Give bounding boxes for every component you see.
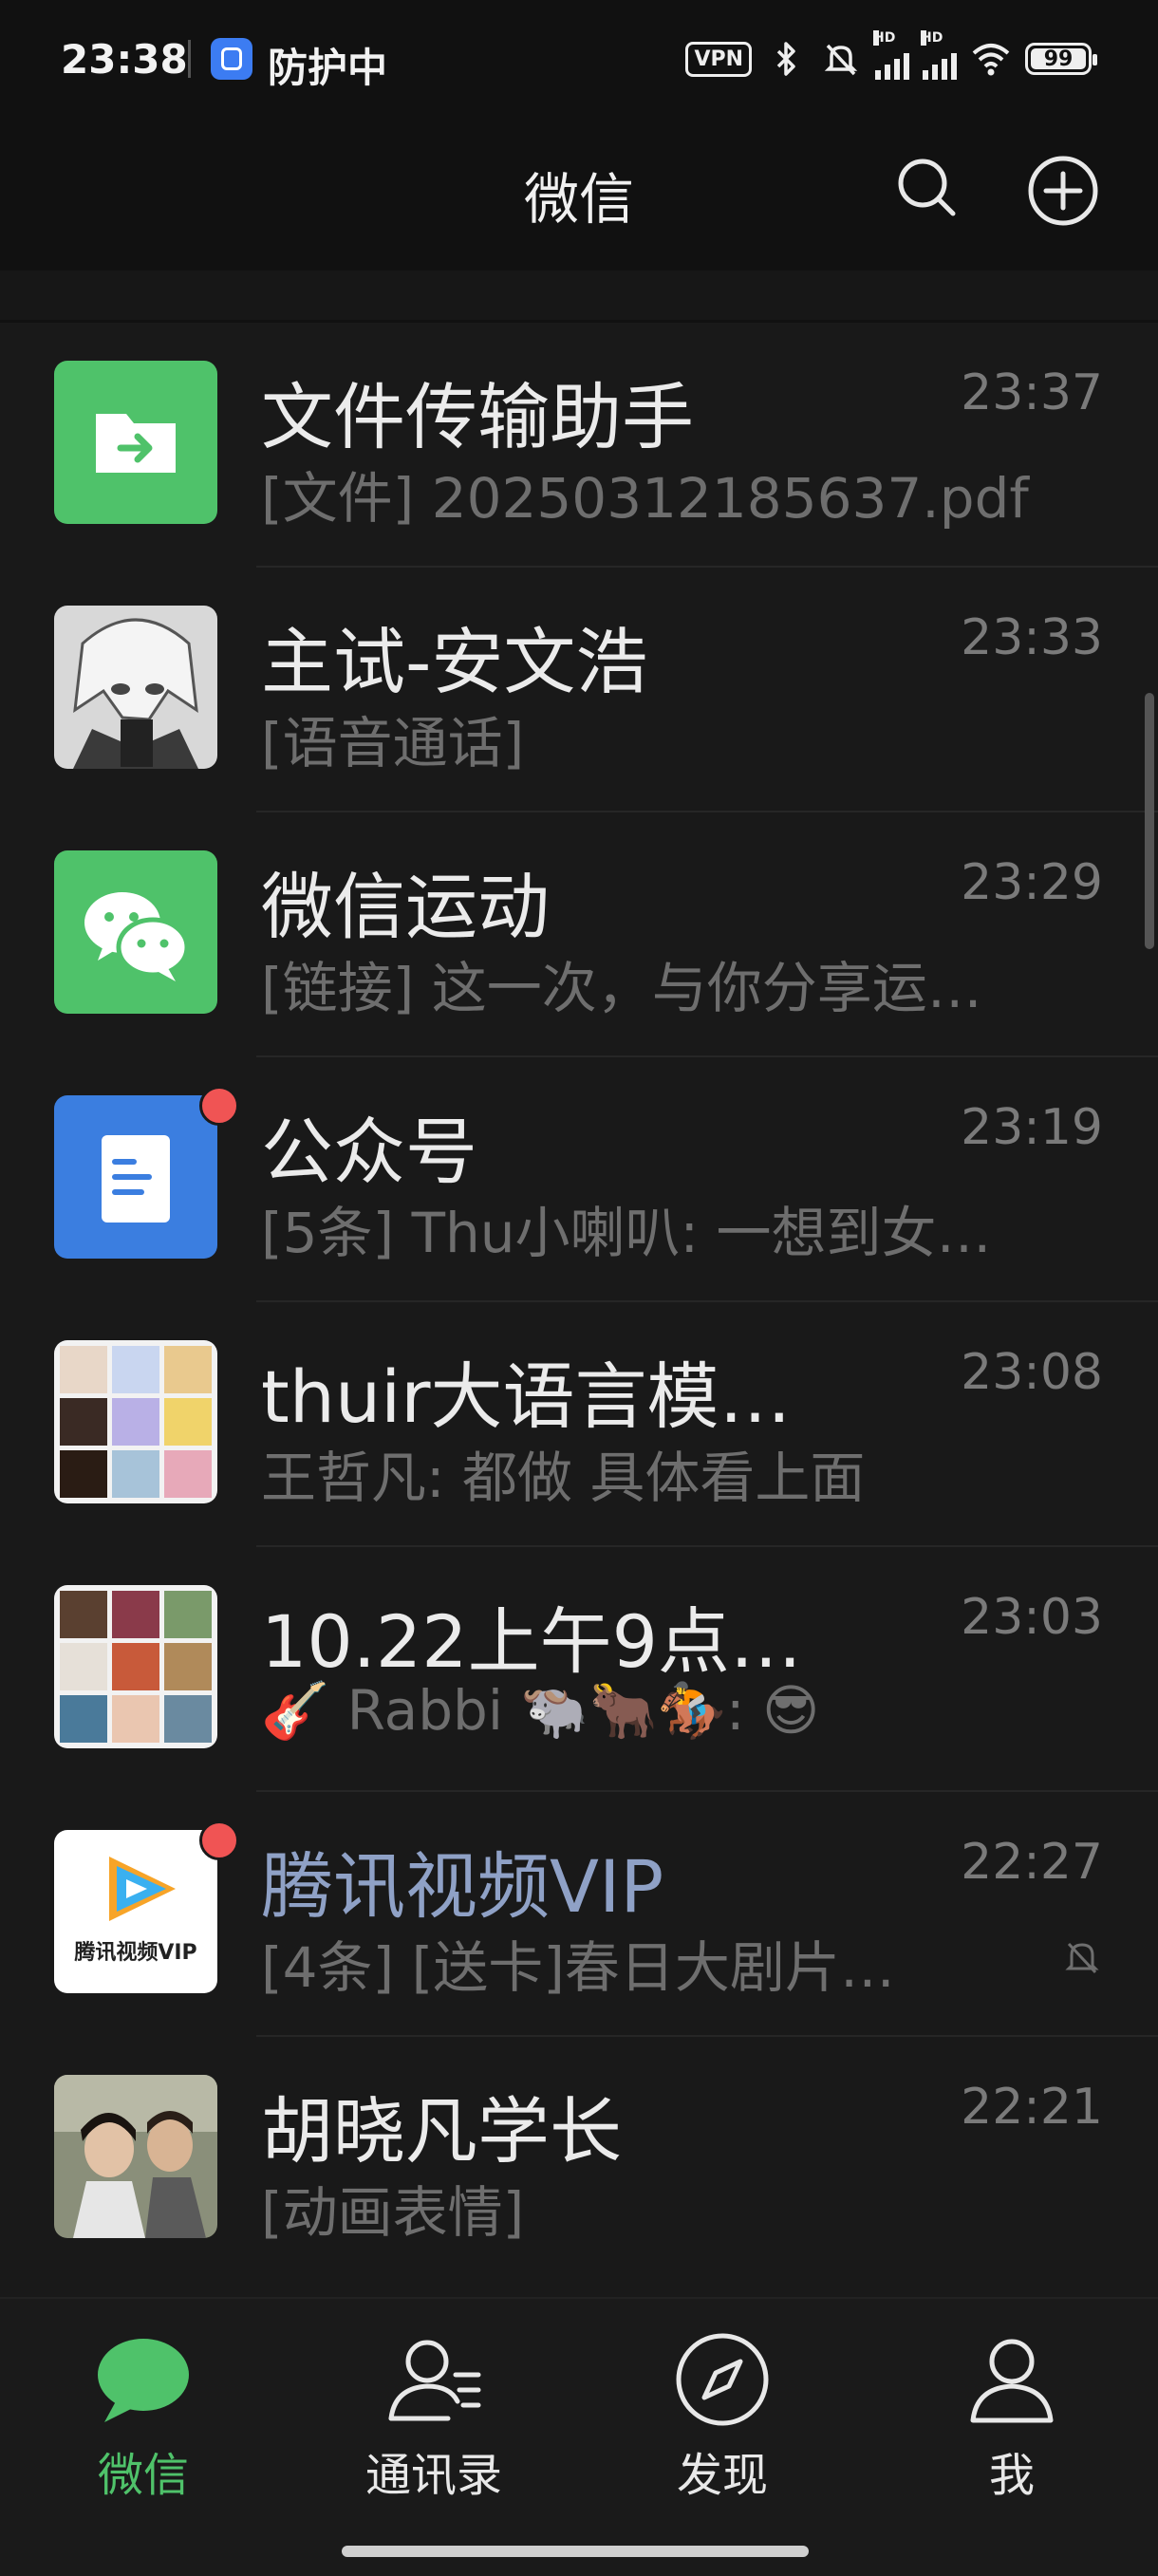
tab-contacts[interactable]: 通讯录 <box>329 2327 538 2504</box>
tencent-video-vip-logo: 腾讯视频VIP <box>54 1830 217 1993</box>
vpn-icon: VPN <box>685 41 752 77</box>
status-time: 23:38 <box>61 36 188 83</box>
chat-time: 22:21 <box>961 2079 1103 2136</box>
chat-name: 腾讯视频VIP <box>261 1844 664 1929</box>
chat-name: 主试-安文浩 <box>261 620 648 704</box>
tab-label: 通讯录 <box>364 2449 502 2502</box>
chat-bubble-icon <box>98 2339 189 2422</box>
chat-row[interactable]: 10.22上午9点… 23:03 🎸 Rabbi 🐃🐂🏇: 😎 <box>0 1547 1158 1792</box>
battery-icon: 99 <box>1025 43 1097 75</box>
chat-row[interactable]: 主试-安文浩 23:33 [语音通话] <box>0 568 1158 812</box>
chat-time: 23:19 <box>961 1099 1103 1156</box>
chat-preview: [动画表情] <box>261 2180 525 2245</box>
chat-name: thuir大语言模… <box>261 1354 792 1439</box>
protection-status: 防护中 <box>268 45 388 91</box>
pinned-section-edge <box>0 271 1158 320</box>
chat-name: 公众号 <box>261 1110 477 1194</box>
compass-icon <box>676 2333 769 2426</box>
chat-row[interactable]: 腾讯视频VIP 腾讯视频VIP 22:27 [4条] [送卡]春日大剧片… <box>0 1792 1158 2037</box>
unread-dot <box>199 1820 239 1860</box>
tab-chats[interactable]: 微信 <box>39 2327 248 2504</box>
chat-row[interactable]: 微信运动 23:29 [链接] 这一次，与你分享运… <box>0 812 1158 1057</box>
group-avatar-grid <box>54 1340 217 1503</box>
bottom-nav: 微信 通讯录 发现 我 <box>0 2297 1158 2576</box>
person-icon <box>970 2339 1054 2423</box>
chat-name: 胡晓凡学长 <box>261 2089 622 2174</box>
chat-row[interactable]: 文件传输助手 23:37 [文件] 20250312185637.pdf <box>0 323 1158 568</box>
chat-name: 微信运动 <box>261 865 550 949</box>
tab-label: 微信 <box>97 2449 189 2502</box>
chat-preview: [链接] 这一次，与你分享运… <box>261 956 982 1020</box>
top-bar: 微信 <box>0 119 1158 271</box>
signal-icon-2: HD <box>921 30 957 80</box>
muted-bell-icon <box>1065 1942 1099 1974</box>
chat-name: 文件传输助手 <box>261 375 694 459</box>
chat-preview: [4条] [送卡]春日大剧片… <box>261 1935 895 2000</box>
shield-icon <box>211 38 252 80</box>
chat-preview: 王哲凡: 都做 具体看上面 <box>261 1446 866 1510</box>
svg-text:腾讯视频VIP: 腾讯视频VIP <box>74 1940 196 1965</box>
chat-time: 23:33 <box>961 609 1103 666</box>
chat-name: 10.22上午9点… <box>261 1599 802 1684</box>
drama-photo-avatar <box>54 2075 217 2238</box>
chat-time: 23:37 <box>961 364 1103 421</box>
scrollbar[interactable] <box>1145 693 1154 949</box>
chat-preview: [文件] 20250312185637.pdf <box>261 466 1029 531</box>
anime-portrait-avatar <box>54 606 217 769</box>
tab-discover[interactable]: 发现 <box>618 2327 827 2504</box>
home-indicator[interactable] <box>342 2546 809 2557</box>
contacts-icon <box>388 2340 481 2421</box>
chat-preview: 🎸 Rabbi 🐃🐂🏇: 😎 <box>261 1678 820 1743</box>
group-avatar-grid <box>54 1585 217 1748</box>
wechat-sport-icon <box>54 850 217 1014</box>
chat-time: 22:27 <box>961 1834 1103 1891</box>
add-icon[interactable] <box>1025 153 1101 229</box>
chat-row[interactable]: 胡晓凡学长 22:21 [动画表情] <box>0 2037 1158 2282</box>
mute-bell-icon <box>824 44 858 76</box>
tab-me[interactable]: 我 <box>907 2327 1116 2504</box>
status-bar: 23:38 防护中 VPN HD HD 99 <box>0 0 1158 119</box>
page-title: 微信 <box>523 167 634 232</box>
official-accounts-icon <box>54 1095 217 1259</box>
chat-preview: [语音通话] <box>261 711 525 775</box>
tab-label: 发现 <box>676 2449 768 2502</box>
chat-time: 23:29 <box>961 854 1103 911</box>
search-icon[interactable] <box>892 153 961 221</box>
chat-time: 23:03 <box>961 1589 1103 1646</box>
folder-transfer-icon <box>54 361 217 524</box>
tab-label: 我 <box>988 2449 1035 2502</box>
unread-dot <box>199 1086 239 1126</box>
chat-row[interactable]: thuir大语言模… 23:08 王哲凡: 都做 具体看上面 <box>0 1302 1158 1547</box>
status-icons: VPN HD HD 99 <box>685 30 1097 84</box>
status-divider <box>188 40 191 78</box>
signal-icon: HD <box>873 30 909 80</box>
chat-list[interactable]: 文件传输助手 23:37 [文件] 20250312185637.pdf 主试-… <box>0 323 1158 2297</box>
chat-row[interactable]: 公众号 23:19 [5条] Thu小喇叭: 一想到女… <box>0 1057 1158 1302</box>
bluetooth-icon <box>776 42 795 76</box>
chat-preview: [5条] Thu小喇叭: 一想到女… <box>261 1201 992 1265</box>
chat-time: 23:08 <box>961 1344 1103 1401</box>
wifi-icon <box>972 44 1010 76</box>
